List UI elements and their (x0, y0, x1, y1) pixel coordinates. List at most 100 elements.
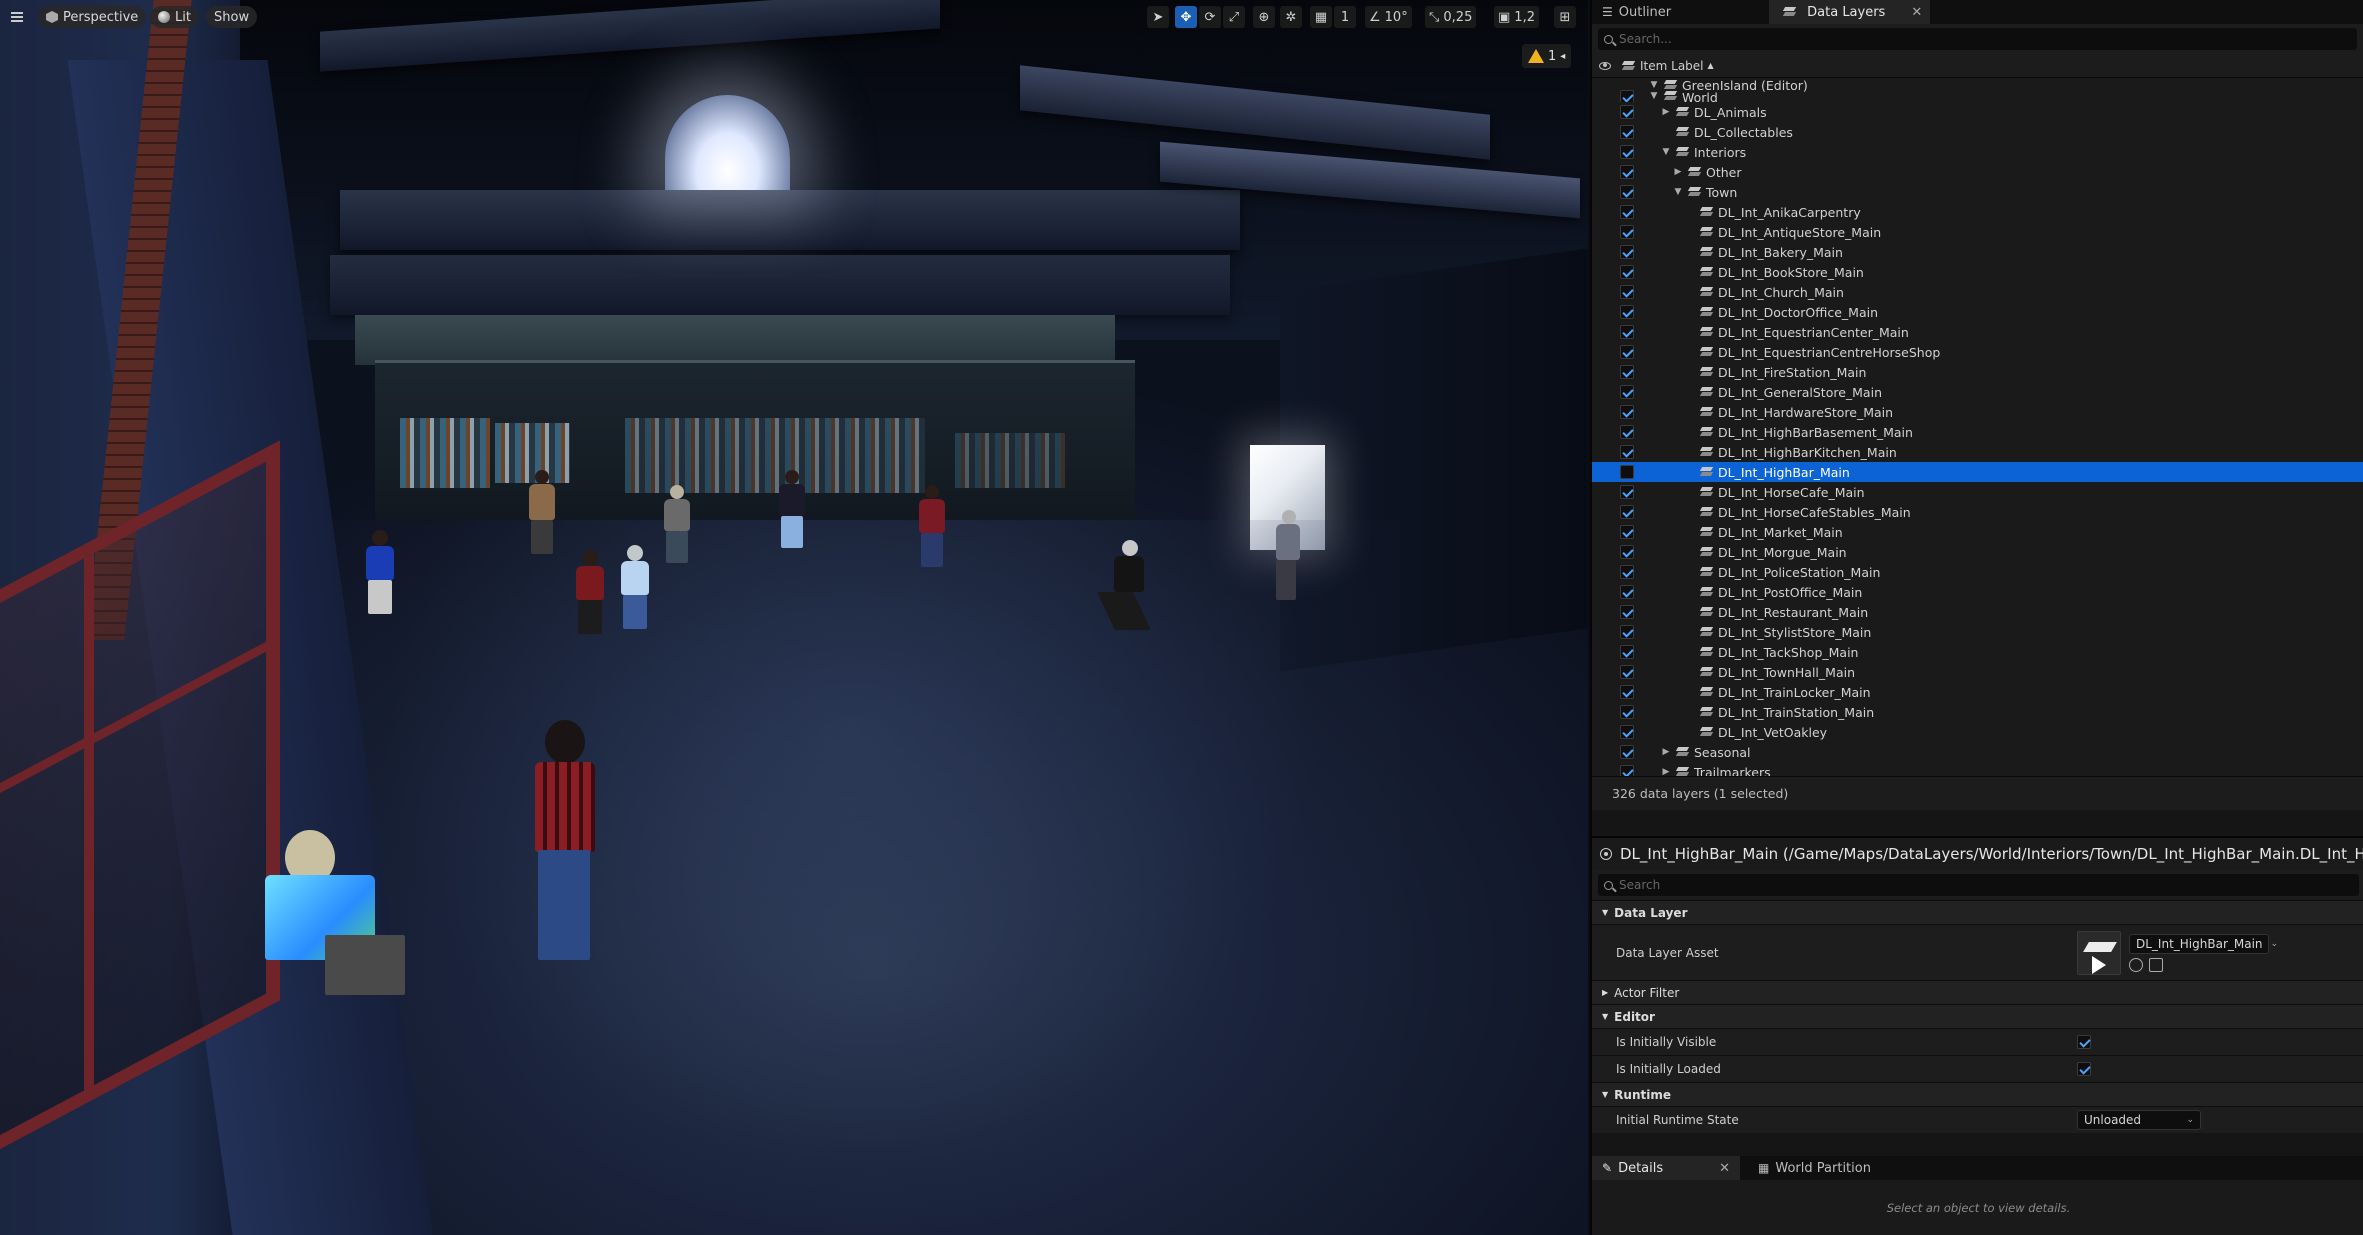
row-visibility-checkbox[interactable] (1620, 325, 1634, 339)
tree-row[interactable]: DL_Int_EquestrianCenter_Main (1592, 322, 2363, 342)
expanded-arrow-icon[interactable]: ▼ (1660, 146, 1672, 158)
row-visibility-checkbox[interactable] (1620, 505, 1634, 519)
tree-row[interactable]: DL_Int_Restaurant_Main (1592, 602, 2363, 622)
row-visibility-checkbox[interactable] (1620, 145, 1634, 159)
tree-row[interactable]: DL_Int_HighBar_Main (1592, 462, 2363, 482)
collapsed-arrow-icon[interactable]: ▶ (1660, 106, 1672, 118)
row-visibility-checkbox[interactable] (1620, 465, 1634, 479)
initial-runtime-state-combo[interactable]: Unloaded ⌄ (2077, 1110, 2201, 1130)
tree-row[interactable]: DL_Int_FireStation_Main (1592, 362, 2363, 382)
tree-row[interactable]: DL_Int_PoliceStation_Main (1592, 562, 2363, 582)
category-runtime[interactable]: ▼ Runtime (1592, 1082, 2363, 1106)
tree-row[interactable]: DL_Int_TrainStation_Main (1592, 702, 2363, 722)
perspective-button[interactable]: Perspective (38, 6, 147, 28)
surface-snap-button[interactable]: ✲ (1280, 6, 1302, 28)
row-visibility-checkbox[interactable] (1620, 265, 1634, 279)
row-visibility-checkbox[interactable] (1620, 105, 1634, 119)
close-icon[interactable]: ✕ (1719, 1161, 1730, 1176)
row-visibility-checkbox[interactable] (1620, 365, 1634, 379)
collapsed-arrow-icon[interactable]: ▶ (1660, 746, 1672, 758)
scene-character[interactable] (660, 485, 694, 565)
row-visibility-checkbox[interactable] (1620, 165, 1634, 179)
category-data-layer[interactable]: ▼ Data Layer (1592, 900, 2363, 924)
use-selected-icon[interactable] (2149, 957, 2163, 972)
row-visibility-checkbox[interactable] (1620, 385, 1634, 399)
scene-character[interactable] (265, 830, 425, 1010)
initially-loaded-checkbox[interactable] (2077, 1062, 2091, 1076)
tree-row[interactable]: DL_Int_EquestrianCentreHorseShop (1592, 342, 2363, 362)
tree-row[interactable]: DL_Int_TrainLocker_Main (1592, 682, 2363, 702)
tree-row[interactable]: DL_Int_Bakery_Main (1592, 242, 2363, 262)
asset-picker-combo[interactable]: DL_Int_HighBar_Main ⌄ (2129, 933, 2278, 954)
tree-row[interactable]: DL_Int_HighBarKitchen_Main (1592, 442, 2363, 462)
tree-row[interactable]: DL_Int_GeneralStore_Main (1592, 382, 2363, 402)
expanded-arrow-icon[interactable]: ▼ (1648, 90, 1660, 102)
row-visibility-checkbox[interactable] (1620, 345, 1634, 359)
scene-character[interactable] (520, 720, 610, 970)
tree-row[interactable]: ▶ Seasonal (1592, 742, 2363, 762)
tree-row[interactable]: DL_Int_BookStore_Main (1592, 262, 2363, 282)
visibility-column[interactable] (1592, 61, 1618, 70)
tree-row[interactable]: DL_Int_TownHall_Main (1592, 662, 2363, 682)
tree-row[interactable]: DL_Int_HardwareStore_Main (1592, 402, 2363, 422)
row-visibility-checkbox[interactable] (1620, 305, 1634, 319)
tab-data-layers[interactable]: Data Layers ✕ (1769, 0, 1931, 24)
tree-row[interactable]: ▼ World (1592, 90, 2363, 102)
details-search-input[interactable]: Search (1598, 874, 2359, 896)
tree-row[interactable]: DL_Collectables (1592, 122, 2363, 142)
scene-character[interactable] (615, 545, 655, 630)
asset-thumbnail[interactable] (2077, 930, 2121, 975)
row-visibility-checkbox[interactable] (1620, 245, 1634, 259)
tree-row[interactable]: DL_Int_HighBarBasement_Main (1592, 422, 2363, 442)
category-editor[interactable]: ▼ Editor (1592, 1004, 2363, 1028)
scale-mode-button[interactable]: ⤢ (1223, 6, 1245, 28)
tab-outliner[interactable]: ☰ Outliner (1592, 0, 1681, 24)
rotate-mode-button[interactable]: ⟳ (1199, 6, 1221, 28)
row-visibility-checkbox[interactable] (1620, 625, 1634, 639)
warnings-badge[interactable]: 1 ◂ (1522, 44, 1572, 68)
camera-speed-button[interactable]: ▣ 1,2 (1494, 6, 1539, 28)
row-visibility-checkbox[interactable] (1620, 125, 1634, 139)
translate-mode-button[interactable]: ✥ (1175, 6, 1197, 28)
row-visibility-checkbox[interactable] (1620, 225, 1634, 239)
tree-row[interactable]: DL_Int_VetOakley (1592, 722, 2363, 742)
scene-character[interactable] (775, 470, 809, 550)
tree-row[interactable]: DL_Int_Church_Main (1592, 282, 2363, 302)
row-visibility-checkbox[interactable] (1620, 425, 1634, 439)
tree-row[interactable]: DL_Int_TackShop_Main (1592, 642, 2363, 662)
tree-row[interactable]: ▶ DL_Animals (1592, 102, 2363, 122)
close-icon[interactable]: ✕ (1911, 5, 1922, 20)
view-mode-button[interactable]: Lit (150, 6, 199, 28)
row-visibility-checkbox[interactable] (1620, 525, 1634, 539)
tree-row[interactable]: DL_Int_Market_Main (1592, 522, 2363, 542)
row-visibility-checkbox[interactable] (1620, 705, 1634, 719)
show-flags-button[interactable]: Show (206, 6, 258, 28)
scene-character[interactable] (1270, 510, 1304, 605)
grid-snap-value[interactable]: 1 (1334, 6, 1356, 28)
grid-snap-toggle[interactable]: ▦ (1310, 6, 1332, 28)
tab-details[interactable]: ✎ Details ✕ (1592, 1156, 1741, 1180)
scale-snap-button[interactable]: ⤡ 0,25 (1425, 6, 1477, 28)
tab-world-partition[interactable]: ▦ World Partition (1748, 1156, 1881, 1180)
viewport-layout-button[interactable]: ⊞ (1554, 6, 1576, 28)
collapsed-arrow-icon[interactable]: ▶ (1672, 166, 1684, 178)
tree-row[interactable]: ▼ Town (1592, 182, 2363, 202)
row-visibility-checkbox[interactable] (1620, 485, 1634, 499)
browse-to-asset-icon[interactable] (2129, 957, 2143, 972)
expanded-arrow-icon[interactable]: ▼ (1672, 186, 1684, 198)
row-visibility-checkbox[interactable] (1620, 685, 1634, 699)
tree-row[interactable]: DL_Int_DoctorOffice_Main (1592, 302, 2363, 322)
tree-row[interactable]: DL_Int_AnikaCarpentry (1592, 202, 2363, 222)
tree-row[interactable]: DL_Int_Morgue_Main (1592, 542, 2363, 562)
row-visibility-checkbox[interactable] (1620, 605, 1634, 619)
initially-visible-checkbox[interactable] (2077, 1035, 2091, 1049)
row-visibility-checkbox[interactable] (1620, 645, 1634, 659)
scene-character[interactable] (570, 550, 610, 635)
row-visibility-checkbox[interactable] (1620, 665, 1634, 679)
rotation-snap-button[interactable]: ∠ 10° (1365, 6, 1412, 28)
row-visibility-checkbox[interactable] (1620, 585, 1634, 599)
tree-row[interactable]: DL_Int_HorseCafe_Main (1592, 482, 2363, 502)
row-visibility-checkbox[interactable] (1620, 405, 1634, 419)
scene-character[interactable] (1097, 540, 1151, 635)
row-visibility-checkbox[interactable] (1620, 765, 1634, 776)
